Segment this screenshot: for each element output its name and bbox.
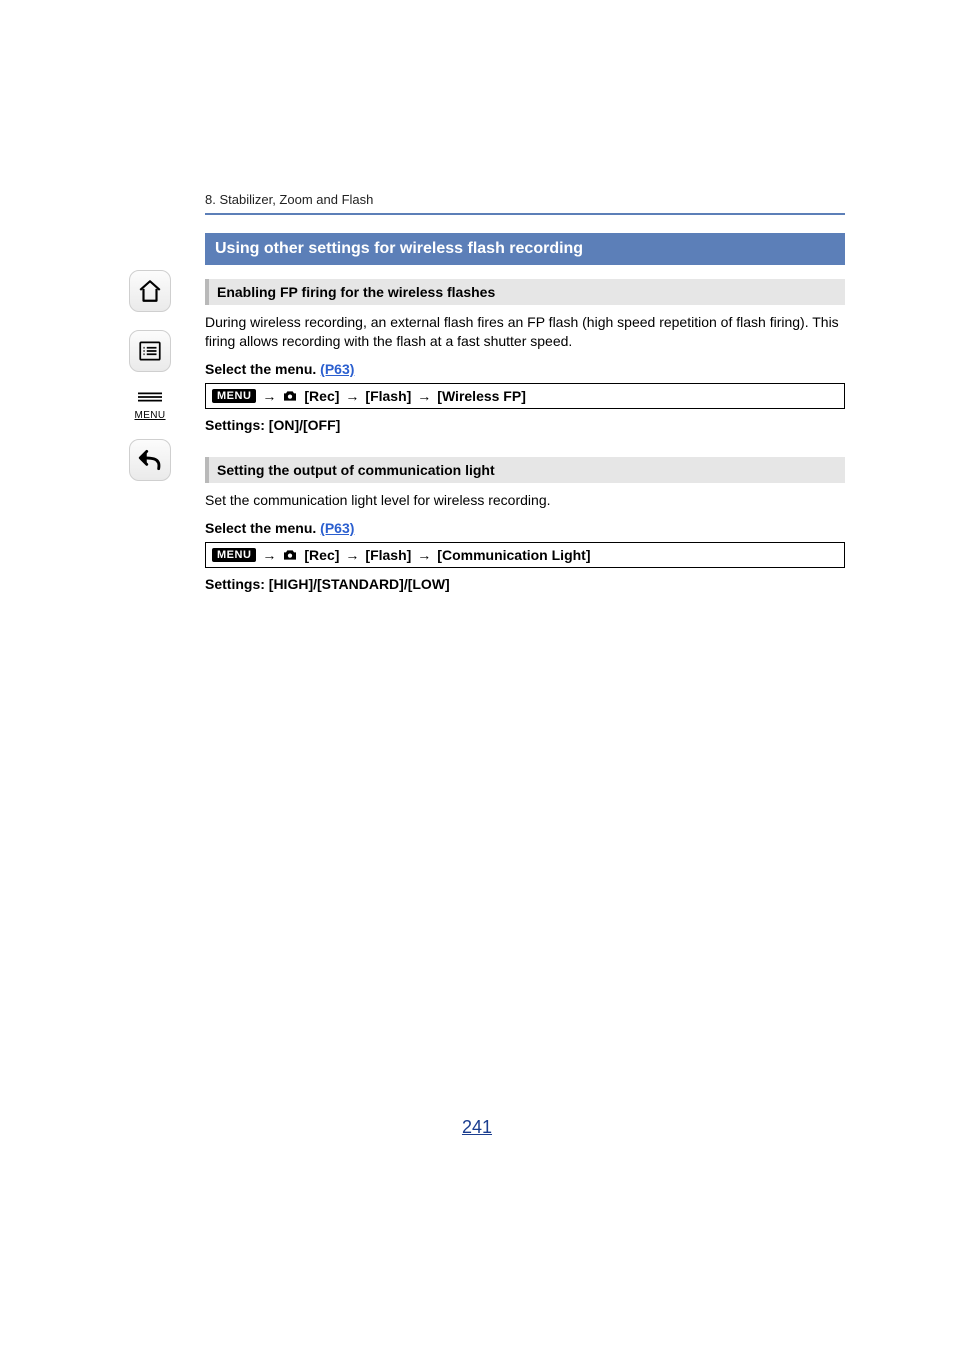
menu-label: MENU <box>129 410 171 421</box>
path-rec: [Rec] <box>304 547 339 563</box>
arrow-icon: → <box>417 547 431 563</box>
path-target: [Communication Light] <box>437 547 590 563</box>
menu-button[interactable]: MENU <box>129 390 171 421</box>
menu-badge-icon: MENU <box>212 548 256 562</box>
section-title: Using other settings for wireless flash … <box>205 233 845 265</box>
camera-icon <box>282 389 298 403</box>
arrow-icon: → <box>417 388 431 404</box>
settings-options: Settings: [ON]/[OFF] <box>205 417 845 433</box>
page: MENU 8. Stabilizer, Zoom and Flash Using… <box>0 0 954 1348</box>
chapter-breadcrumb: 8. Stabilizer, Zoom and Flash <box>205 192 845 207</box>
page-ref-link[interactable]: (P63) <box>320 361 354 377</box>
home-button[interactable] <box>129 270 171 312</box>
menu-path-box: MENU → [Rec] → [Flash] → [Wireless FP] <box>205 383 845 409</box>
page-ref-link[interactable]: (P63) <box>320 520 354 536</box>
menu-bars-icon <box>135 391 165 403</box>
home-icon <box>137 278 163 304</box>
back-button[interactable] <box>129 439 171 481</box>
subhead-communication-light: Setting the output of communication ligh… <box>205 457 845 483</box>
path-target: [Wireless FP] <box>437 388 526 404</box>
contents-button[interactable] <box>129 330 171 372</box>
content: 8. Stabilizer, Zoom and Flash Using othe… <box>205 192 845 616</box>
path-flash: [Flash] <box>365 388 411 404</box>
settings-options: Settings: [HIGH]/[STANDARD]/[LOW] <box>205 576 845 592</box>
path-flash: [Flash] <box>365 547 411 563</box>
select-menu-line: Select the menu. (P63) <box>205 520 845 536</box>
arrow-icon: → <box>345 547 359 563</box>
arrow-icon: → <box>262 388 276 404</box>
select-menu-label: Select the menu. <box>205 520 316 536</box>
arrow-icon: → <box>345 388 359 404</box>
menu-badge-icon: MENU <box>212 389 256 403</box>
subhead-fp-firing: Enabling FP firing for the wireless flas… <box>205 279 845 305</box>
arrow-icon: → <box>262 547 276 563</box>
page-number[interactable]: 241 <box>0 1117 954 1138</box>
select-menu-label: Select the menu. <box>205 361 316 377</box>
list-icon <box>137 338 163 364</box>
menu-path-box: MENU → [Rec] → [Flash] → [Communication … <box>205 542 845 568</box>
paragraph: During wireless recording, an external f… <box>205 313 845 351</box>
back-arrow-icon <box>137 447 163 473</box>
path-rec: [Rec] <box>304 388 339 404</box>
divider <box>205 213 845 215</box>
camera-icon <box>282 548 298 562</box>
side-nav: MENU <box>120 270 180 481</box>
select-menu-line: Select the menu. (P63) <box>205 361 845 377</box>
paragraph: Set the communication light level for wi… <box>205 491 845 510</box>
